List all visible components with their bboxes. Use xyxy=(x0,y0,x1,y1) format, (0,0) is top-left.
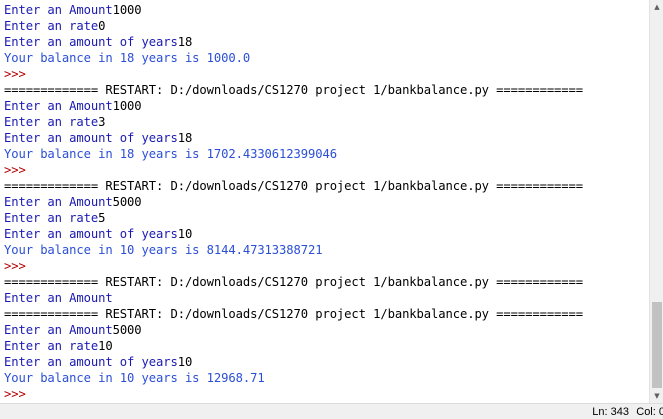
shell-line: Enter an Amount5000 xyxy=(4,194,142,210)
input-text: 18 xyxy=(177,131,193,145)
input-text: 5000 xyxy=(112,195,142,209)
prompt-text: Enter an Amount xyxy=(4,99,113,113)
prompt-text: Enter an rate xyxy=(4,339,99,353)
scroll-down-icon[interactable]: ▼ xyxy=(650,389,663,403)
shell-line: Enter an Amount xyxy=(4,290,113,306)
prompt-text: Enter an Amount xyxy=(4,195,113,209)
shell-line: Enter an rate10 xyxy=(4,338,113,354)
vertical-scrollbar[interactable]: ▲ ▼ xyxy=(649,0,663,403)
prompt-text: Enter an rate xyxy=(4,19,99,33)
shell-line: Enter an rate3 xyxy=(4,114,105,130)
shell-prompt-symbol: >>> xyxy=(4,259,26,273)
restart-banner: ============= RESTART: D:/downloads/CS12… xyxy=(4,307,584,321)
input-text: 1000 xyxy=(112,99,142,113)
input-text: 0 xyxy=(98,19,106,33)
shell-output[interactable]: Enter an Amount1000 Enter an rate0 Enter… xyxy=(0,0,649,403)
input-text: 10 xyxy=(98,339,113,353)
shell-prompt-symbol: >>> xyxy=(4,163,26,177)
prompt-text: Enter an amount of years xyxy=(4,35,178,49)
input-text: 3 xyxy=(98,115,106,129)
shell-line: Enter an amount of years10 xyxy=(4,354,192,370)
input-text: 10 xyxy=(177,355,193,369)
scroll-up-icon[interactable]: ▲ xyxy=(650,0,663,14)
input-text: 5 xyxy=(98,211,106,225)
prompt-text: Enter an amount of years xyxy=(4,131,178,145)
shell-prompt-symbol: >>> xyxy=(4,67,26,81)
shell-line: Enter an rate0 xyxy=(4,18,105,34)
input-text: 5000 xyxy=(112,323,142,337)
input-text: 1000 xyxy=(112,3,142,17)
shell-line: Enter an amount of years18 xyxy=(4,130,192,146)
status-bar: Ln: 343 Col: 0 xyxy=(0,403,663,419)
input-text: 10 xyxy=(177,227,193,241)
prompt-text: Enter an amount of years xyxy=(4,355,178,369)
prompt-text: Enter an Amount xyxy=(4,323,113,337)
restart-banner: ============= RESTART: D:/downloads/CS12… xyxy=(4,83,584,97)
output-line: Your balance in 18 years is 1702.4330612… xyxy=(4,147,337,161)
prompt-text: Enter an amount of years xyxy=(4,227,178,241)
output-line: Your balance in 10 years is 8144.4731338… xyxy=(4,243,323,257)
input-text: 18 xyxy=(177,35,193,49)
shell-line: Enter an Amount1000 xyxy=(4,98,142,114)
shell-line: Enter an rate5 xyxy=(4,210,105,226)
shell-line: Enter an Amount1000 xyxy=(4,2,142,18)
prompt-text: Enter an rate xyxy=(4,115,99,129)
prompt-text: Enter an rate xyxy=(4,211,99,225)
column-number-indicator: Col: 0 xyxy=(636,406,663,418)
shell-line: Enter an Amount5000 xyxy=(4,322,142,338)
line-number-indicator: Ln: 343 xyxy=(592,406,629,418)
scrollbar-thumb[interactable] xyxy=(652,302,662,388)
shell-line: Enter an amount of years18 xyxy=(4,34,192,50)
output-line: Your balance in 10 years is 12968.71 xyxy=(4,371,265,385)
shell-line: Enter an amount of years10 xyxy=(4,226,192,242)
shell-prompt-symbol[interactable]: >>> xyxy=(4,386,26,402)
prompt-text: Enter an Amount xyxy=(4,3,113,17)
restart-banner: ============= RESTART: D:/downloads/CS12… xyxy=(4,179,584,193)
prompt-text: Enter an Amount xyxy=(4,291,113,305)
output-line: Your balance in 18 years is 1000.0 xyxy=(4,51,251,65)
restart-banner: ============= RESTART: D:/downloads/CS12… xyxy=(4,275,584,289)
